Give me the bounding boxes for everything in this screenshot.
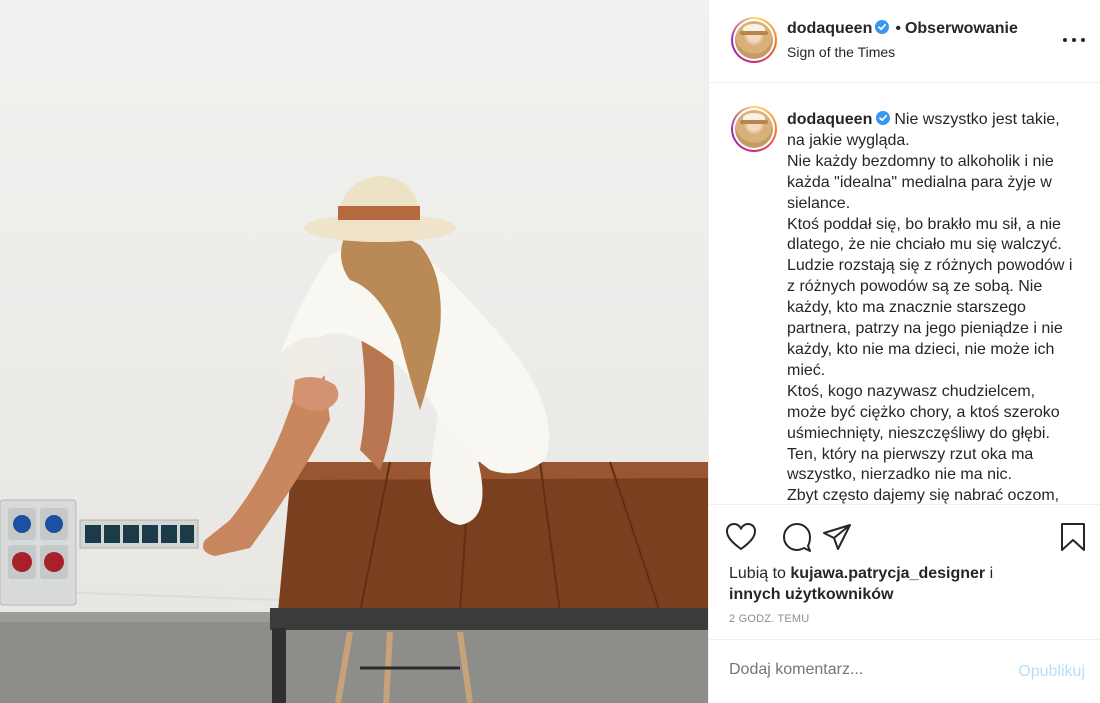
comment-bar: Opublikuj [709, 641, 1100, 703]
caption-username[interactable]: dodaqueen [787, 111, 872, 128]
more-options-icon[interactable] [1063, 30, 1085, 50]
post-photo[interactable] [0, 0, 708, 703]
likes-others-link[interactable]: innych użytkowników [729, 586, 893, 603]
following-button[interactable]: Obserwowanie [905, 20, 1018, 37]
paper-plane-icon[interactable] [821, 521, 853, 553]
author-line: dodaqueen • Obserwowanie [787, 20, 1018, 38]
likes-prefix: Lubią to [729, 565, 786, 582]
comment-input[interactable] [729, 661, 989, 679]
comment-bubble-icon[interactable] [781, 521, 813, 553]
post-location[interactable]: Sign of the Times [787, 44, 895, 60]
publish-button[interactable]: Opublikuj [1018, 663, 1085, 681]
heart-icon[interactable] [725, 521, 757, 553]
post-actions: Lubią to kujawa.patrycja_designer i inny… [709, 504, 1100, 640]
author-username[interactable]: dodaqueen [787, 20, 872, 37]
bookmark-icon[interactable] [1057, 521, 1089, 553]
verified-badge-icon [876, 111, 891, 125]
caption-text: Nie wszystko jest takie, na jakie wygląd… [787, 111, 1073, 504]
caption-area[interactable]: dodaqueen Nie wszystko jest takie, na jak… [709, 84, 1100, 504]
caption: dodaqueen Nie wszystko jest takie, na jak… [787, 110, 1077, 504]
author-avatar[interactable] [731, 17, 777, 63]
photo-illustration [0, 176, 708, 703]
post-sidebar: dodaqueen • Obserwowanie Sign of the Times… [708, 0, 1100, 703]
likes-summary: Lubią to kujawa.patrycja_designer i inny… [729, 563, 1029, 605]
caption-avatar[interactable] [731, 106, 777, 152]
likes-user-link[interactable]: kujawa.patrycja_designer [790, 565, 985, 582]
post-timestamp[interactable]: 2 GODZ. TEMU [729, 613, 809, 625]
likes-conj: i [989, 565, 994, 582]
instagram-post-modal: dodaqueen • Obserwowanie Sign of the Times… [0, 0, 1100, 703]
verified-badge-icon [875, 20, 890, 34]
post-header: dodaqueen • Obserwowanie Sign of the Times [709, 0, 1100, 83]
separator-dot: • [895, 20, 901, 37]
